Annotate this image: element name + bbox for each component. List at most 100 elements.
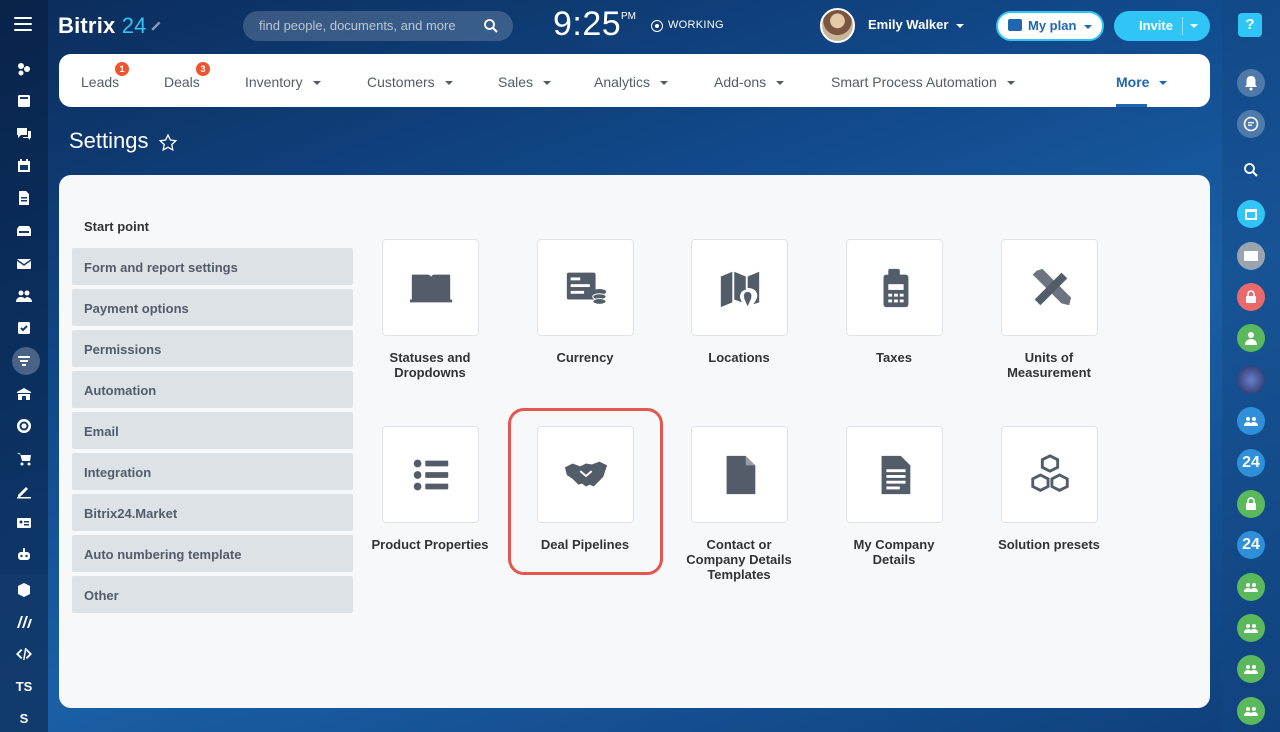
calendar-icon[interactable] [1237,200,1265,228]
employees-icon[interactable] [14,286,34,306]
user-name: Emily Walker [868,17,949,32]
tab-label: More [1116,74,1150,90]
tab-smart-process-automation[interactable]: Smart Process Automation [831,74,1015,90]
chat-icon[interactable] [14,124,34,144]
tab-sales[interactable]: Sales [498,74,552,90]
tile-my-company-details[interactable] [846,426,943,523]
menu-bitrix24-market[interactable]: Bitrix24.Market [72,494,353,531]
bitrix24-chat-avatar[interactable]: 24 [1237,531,1265,559]
active-tab-underline [1116,104,1147,107]
group-chat-icon[interactable] [1237,407,1265,435]
box-icon[interactable] [14,580,34,600]
sign-icon[interactable] [14,481,34,501]
menu-email[interactable]: Email [72,412,353,449]
calendar-icon[interactable] [14,156,34,176]
work-status-icon[interactable] [651,20,663,32]
tile-units-of-measurement[interactable] [1001,239,1098,336]
group-icon[interactable] [1237,655,1265,683]
tile-label: Locations [708,350,770,365]
menu-automation[interactable]: Automation [72,371,353,408]
crm-filter-icon[interactable] [14,351,34,371]
group-avatar[interactable] [1237,366,1265,394]
tab-analytics[interactable]: Analytics [594,74,669,90]
tab-label: Deals [164,74,200,90]
logo[interactable]: Bitrix 24 [58,13,147,39]
tab-inventory[interactable]: Inventory [245,74,321,90]
settings-menu-heading[interactable]: Start point [84,219,149,234]
my-plan-button[interactable]: My plan [996,11,1104,41]
tab-customers[interactable]: Customers [367,74,453,90]
group-icon[interactable] [1237,573,1265,601]
messenger-icon[interactable] [1237,110,1265,138]
notifications-icon[interactable] [1237,69,1265,97]
work-status-text[interactable]: WORKING [668,19,724,31]
tab-label: Analytics [594,74,651,90]
menu-form-report-settings[interactable]: Form and report settings [72,248,353,285]
user-menu[interactable]: Emily Walker [868,17,965,32]
tile-label: My Company Details [853,537,935,567]
menu-icon[interactable] [14,17,32,31]
document-icon[interactable] [14,188,34,208]
search-icon[interactable] [483,18,499,34]
search-input[interactable]: find people, documents, and more [243,11,513,41]
store-icon[interactable] [14,384,34,404]
tile-locations[interactable] [691,239,788,336]
feed-icon[interactable] [14,59,34,79]
m-logo-icon[interactable] [14,612,34,632]
tile-taxes[interactable] [846,239,943,336]
id-card-icon[interactable] [14,513,34,533]
chevron-down-icon[interactable] [1190,24,1198,28]
pencil-icon[interactable] [150,18,164,32]
chevron-down-icon [776,81,785,86]
tab-add-ons[interactable]: Add-ons [714,74,785,90]
tile-statuses-dropdowns[interactable] [382,239,479,336]
briefcase-icon [1008,19,1022,31]
code-icon[interactable] [14,644,34,664]
bitrix24-chat-avatar[interactable]: 24 [1237,449,1265,477]
chevron-down-icon [1084,24,1093,29]
ts-app-item[interactable]: TS [0,679,48,694]
tab-label: Inventory [245,74,303,90]
search-icon[interactable] [1237,156,1265,184]
group-icon[interactable] [1237,614,1265,642]
s-app-item[interactable]: S [0,711,48,726]
tasks-icon[interactable] [14,91,34,111]
cart-icon[interactable] [14,449,34,469]
target-icon[interactable] [14,416,34,436]
chevron-down-icon [543,81,552,86]
star-icon[interactable] [158,133,178,153]
logo-number: 24 [121,13,147,38]
help-button[interactable]: ? [1238,13,1262,37]
user-icon[interactable] [1237,324,1265,352]
menu-integration[interactable]: Integration [72,453,353,490]
clock-time[interactable]: 9:25 [553,5,621,44]
tab-deals[interactable]: Deals [164,74,200,90]
lock-icon[interactable] [1237,490,1265,518]
left-sidebar: TS S [0,0,48,732]
menu-auto-numbering-template[interactable]: Auto numbering template [72,535,353,572]
tile-product-properties[interactable] [382,426,479,523]
menu-permissions[interactable]: Permissions [72,330,353,367]
robot-icon[interactable] [14,545,34,565]
checklist-icon[interactable] [14,318,34,338]
tab-more[interactable]: More [1116,74,1168,90]
lock-icon[interactable] [1237,283,1265,311]
menu-payment-options[interactable]: Payment options [72,289,353,326]
mail-icon[interactable] [14,254,34,274]
contact-card-icon[interactable] [1237,242,1265,270]
invite-button[interactable]: Invite [1114,11,1210,41]
tab-label: Customers [367,74,435,90]
tile-label: Solution presets [998,537,1100,552]
menu-other[interactable]: Other [72,576,353,613]
drive-icon[interactable] [14,221,34,241]
tile-label: Statuses and Dropdowns [389,350,471,380]
tile-contact-company-details-templates[interactable] [691,426,788,523]
avatar[interactable] [820,8,855,43]
group-icon[interactable] [1237,697,1265,725]
tile-currency[interactable] [537,239,634,336]
tile-solution-presets[interactable] [1001,426,1098,523]
tab-leads[interactable]: Leads [81,74,119,90]
invite-label: Invite [1139,18,1173,33]
chevron-down-icon [956,23,965,28]
tile-label: Units of Measurement [1007,350,1091,380]
